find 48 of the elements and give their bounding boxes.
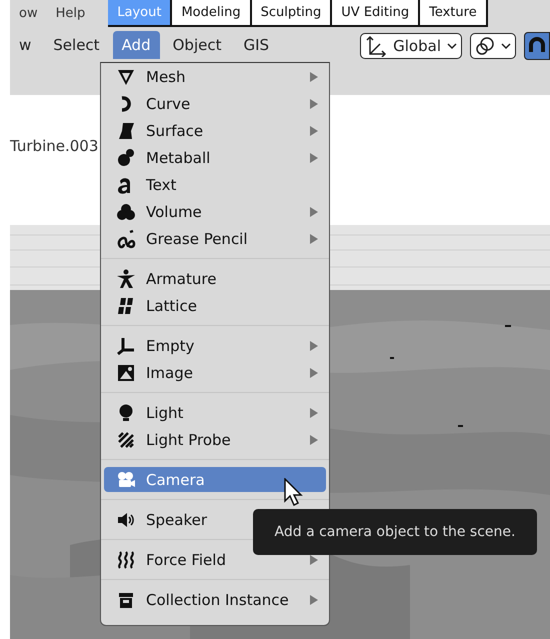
pivot-dropdown[interactable]: [470, 33, 516, 59]
menu-item[interactable]: Metaball: [104, 145, 326, 170]
workspace-tab[interactable]: Modeling: [172, 0, 252, 25]
figure-icon: [116, 268, 136, 288]
grid-icon: [116, 296, 136, 316]
pointer-icon: [284, 478, 304, 506]
menu-item[interactable]: Armature: [104, 266, 326, 291]
menu-item[interactable]: Curve: [104, 91, 326, 116]
orientation-value: Global: [393, 37, 441, 55]
surface-icon: [116, 120, 136, 140]
top-menu-item[interactable]: ow: [10, 6, 47, 27]
cloud-icon: [116, 202, 136, 222]
menu-item[interactable]: Light: [104, 400, 326, 425]
menu-item[interactable]: Empty: [104, 333, 326, 358]
pivot-icon: [475, 36, 495, 56]
workspace-tab[interactable]: Texture: [420, 0, 488, 25]
header-menu[interactable]: w: [10, 31, 40, 59]
header-menu[interactable]: Object: [164, 31, 230, 59]
menu-item[interactable]: Lattice: [104, 293, 326, 318]
menu-item[interactable]: Grease Pencil: [104, 226, 326, 251]
menu-item[interactable]: Volume: [104, 199, 326, 224]
menu-item[interactable]: Image: [104, 360, 326, 385]
camera-icon: [116, 470, 136, 490]
chevron-icon: [447, 42, 457, 50]
orientation-dropdown[interactable]: Global: [360, 33, 462, 59]
axes-icon: [116, 336, 136, 356]
top-menu-item[interactable]: Help: [46, 6, 94, 27]
image-icon: [116, 362, 136, 382]
object-label: Turbine.003: [10, 137, 98, 155]
header-menu[interactable]: GIS: [234, 31, 278, 59]
blob-icon: [116, 148, 136, 168]
axes-icon: [365, 35, 388, 57]
menu-item[interactable]: Surface: [104, 118, 326, 143]
squiggle-icon: [116, 228, 136, 248]
snap-toggle[interactable]: [524, 32, 550, 60]
menu-item[interactable]: Text: [104, 172, 326, 197]
tooltip: Add a camera object to the scene.: [253, 509, 537, 555]
waves-icon: [116, 550, 136, 570]
menu-item[interactable]: Collection Instance: [104, 587, 326, 612]
hatch-icon: [116, 430, 136, 450]
header-menu[interactable]: Add: [112, 31, 160, 59]
header-menu[interactable]: Select: [44, 31, 109, 59]
menu-item[interactable]: Mesh: [104, 64, 326, 89]
workspace-tab[interactable]: UV Editing: [332, 0, 420, 25]
menu-item[interactable]: Light Probe: [104, 427, 326, 452]
chevron-icon: [501, 42, 511, 50]
workspace-tab[interactable]: Sculpting: [252, 0, 332, 25]
menu-item[interactable]: Camera: [104, 467, 326, 492]
